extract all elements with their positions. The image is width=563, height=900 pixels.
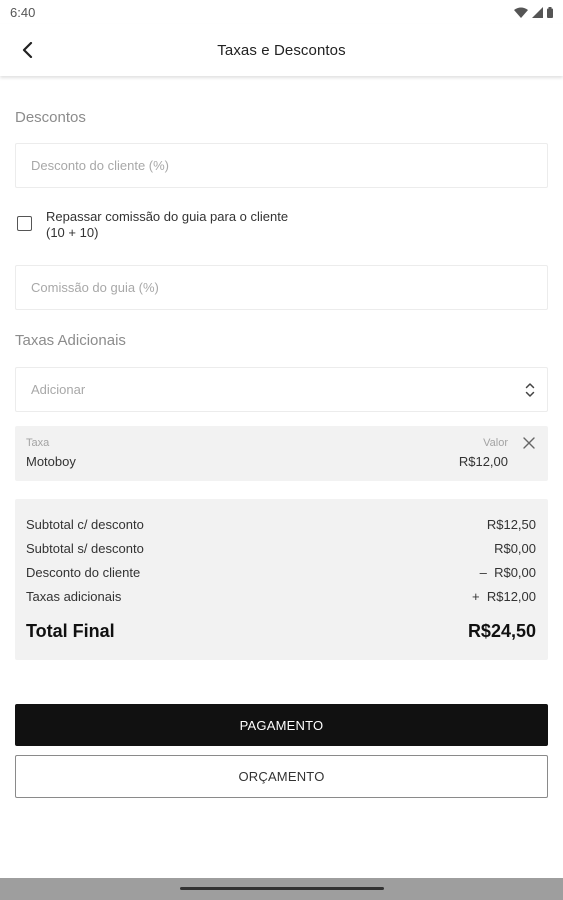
wifi-icon — [514, 7, 528, 18]
pass-commission-label-line1: Repassar comissão do guia para o cliente — [46, 209, 289, 224]
summary-row: Desconto do cliente – R$0,00 — [26, 565, 536, 580]
summary-value: R$12,50 — [486, 517, 536, 532]
discounts-section-label: Descontos — [15, 109, 86, 126]
pass-commission-label-line2: (10 + 10) — [46, 225, 99, 240]
status-icons — [514, 6, 553, 18]
page-title: Taxas e Descontos — [217, 41, 346, 59]
fees-section-label: Taxas Adicionais — [15, 332, 126, 349]
summary-label: Desconto do cliente — [26, 565, 141, 580]
fee-value: R$12,00 — [458, 454, 508, 469]
client-discount-input[interactable]: Desconto do cliente (%) — [15, 143, 548, 188]
close-icon[interactable] — [522, 436, 536, 450]
signal-icon — [532, 6, 543, 18]
guide-commission-placeholder: Comissão do guia (%) — [31, 280, 159, 295]
app-bar: Taxas e Descontos — [0, 24, 563, 76]
system-nav-bar — [0, 878, 563, 900]
status-time: 6:40 — [10, 4, 36, 20]
summary-value: R$0,00 — [494, 541, 536, 556]
pass-commission-checkbox[interactable] — [17, 216, 32, 231]
status-bar: 6:40 — [0, 0, 563, 24]
summary-value: – R$0,00 — [479, 565, 536, 580]
summary-card: Subtotal c/ desconto R$12,50 Subtotal s/… — [15, 499, 548, 660]
client-discount-placeholder: Desconto do cliente (%) — [31, 158, 170, 173]
guide-commission-input[interactable]: Comissão do guia (%) — [15, 265, 548, 310]
summary-row: Subtotal c/ desconto R$12,50 — [26, 517, 536, 532]
fee-name-header: Taxa — [26, 437, 50, 449]
summary-value: + R$12,00 — [472, 589, 536, 604]
summary-row: Subtotal s/ desconto R$0,00 — [26, 541, 536, 556]
total-value: R$24,50 — [467, 621, 536, 641]
summary-label: Taxas adicionais — [26, 589, 122, 604]
payment-button[interactable]: PAGAMENTO — [15, 704, 548, 746]
pass-commission-row[interactable]: Repassar comissão do guia para o cliente… — [17, 209, 288, 241]
home-gesture-handle[interactable] — [180, 887, 384, 890]
pass-commission-label: Repassar comissão do guia para o cliente… — [46, 209, 288, 241]
summary-label: Subtotal s/ desconto — [26, 541, 144, 556]
summary-row: Taxas adicionais + R$12,00 — [26, 589, 536, 604]
fee-value-header: Valor — [483, 437, 508, 449]
summary-total-row: Total Final R$24,50 — [26, 621, 536, 642]
back-button[interactable] — [14, 36, 42, 64]
fee-item-card: Taxa Motoboy Valor R$12,00 — [15, 426, 548, 481]
quote-button[interactable]: ORÇAMENTO — [15, 755, 548, 798]
unfold-icon — [525, 383, 535, 397]
fee-name: Motoboy — [26, 454, 76, 469]
summary-label: Subtotal c/ desconto — [26, 517, 144, 532]
total-label: Total Final — [26, 621, 115, 641]
add-fee-select[interactable]: Adicionar — [15, 367, 548, 412]
battery-icon — [547, 6, 553, 18]
arrow-back-icon — [22, 42, 33, 58]
add-fee-placeholder: Adicionar — [31, 382, 86, 397]
